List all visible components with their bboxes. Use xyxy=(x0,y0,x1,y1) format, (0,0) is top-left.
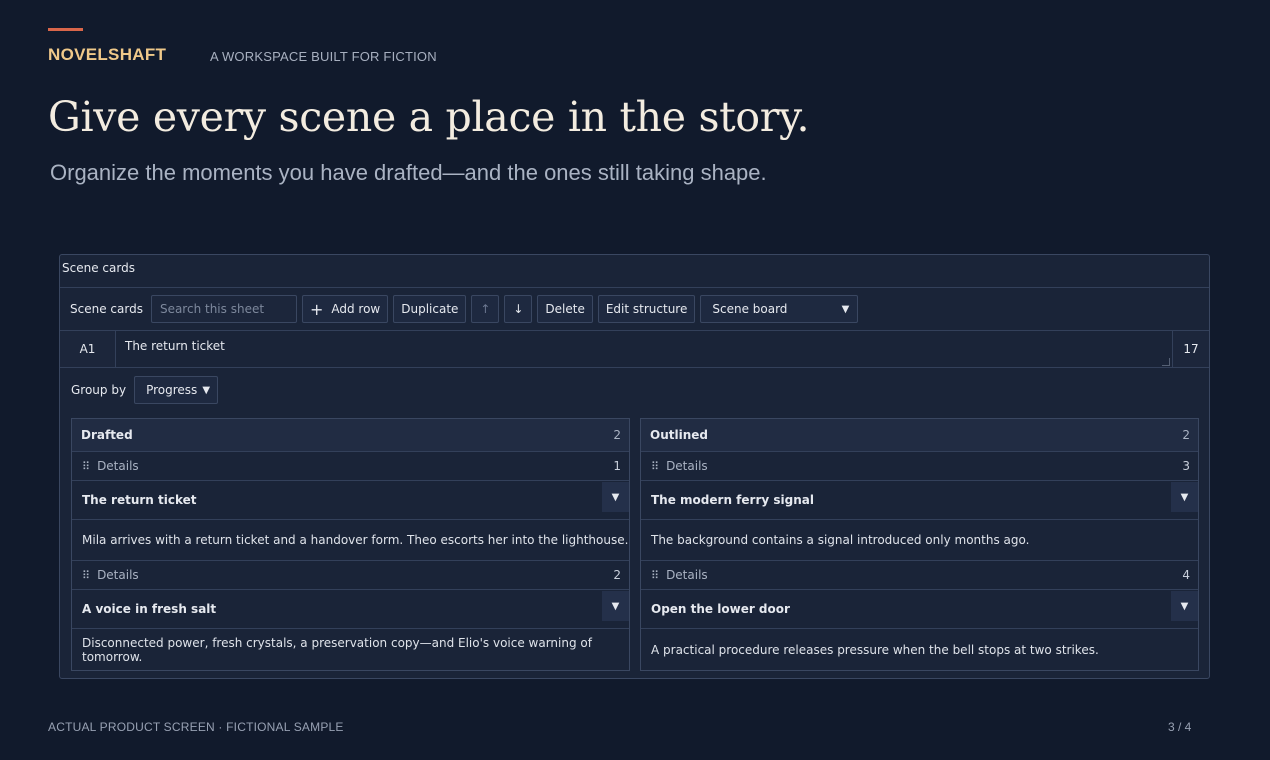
scene-card[interactable]: ⠿ Details 3 The modern ferry signal ▼ The… xyxy=(641,452,1198,561)
tagline: A WORKSPACE BUILT FOR FICTION xyxy=(210,49,437,64)
drag-handle-icon[interactable]: ⠿ xyxy=(651,569,659,582)
search-input[interactable] xyxy=(150,295,297,323)
card-title: A voice in fresh salt xyxy=(82,602,217,616)
headline: Give every scene a place in the story. xyxy=(48,93,810,141)
card-summary: A practical procedure releases pressure … xyxy=(651,642,1099,657)
expand-chevron-icon[interactable]: ▼ xyxy=(602,591,629,621)
column-title: Drafted xyxy=(81,428,133,442)
card-summary: The background contains a signal introdu… xyxy=(641,520,1198,561)
column-count: 2 xyxy=(1182,428,1190,442)
card-title-row: Open the lower door ▼ xyxy=(641,590,1198,629)
card-title-row: The return ticket ▼ xyxy=(72,481,629,520)
sheet-label: Scene cards xyxy=(70,302,143,316)
subheadline: Organize the moments you have drafted—an… xyxy=(50,160,767,185)
card-title-row: A voice in fresh salt ▼ xyxy=(72,590,629,629)
delete-button[interactable]: Delete xyxy=(537,295,593,323)
cell-value-input[interactable]: The return ticket xyxy=(116,331,1172,367)
board-column-outlined: Outlined 2 ⠿ Details 3 The modern ferry s… xyxy=(640,418,1199,671)
drag-handle-icon[interactable]: ⠿ xyxy=(82,460,90,473)
card-meta: ⠿ Details 3 xyxy=(641,452,1198,481)
brand-logo: NOVELSHAFT xyxy=(48,45,167,64)
card-summary: Disconnected power, fresh crystals, a pr… xyxy=(82,635,592,664)
character-count: 17 xyxy=(1172,331,1209,367)
card-number: 3 xyxy=(1182,459,1190,473)
duplicate-button[interactable]: Duplicate xyxy=(393,295,467,323)
card-number: 1 xyxy=(613,459,621,473)
column-title: Outlined xyxy=(650,428,708,442)
add-row-label: Add row xyxy=(331,302,381,316)
card-title-row: The modern ferry signal ▼ xyxy=(641,481,1198,520)
card-title: The return ticket xyxy=(82,493,197,507)
view-select[interactable]: Scene board ▼ xyxy=(700,295,859,323)
accent-bar xyxy=(48,28,83,31)
card-summary: Mila arrives with a return ticket and a … xyxy=(72,520,629,561)
card-meta-label: Details xyxy=(666,459,708,473)
move-down-button[interactable]: ↓ xyxy=(504,295,533,323)
card-title: The modern ferry signal xyxy=(651,493,814,507)
scene-card[interactable]: ⠿ Details 1 The return ticket ▼ Mila arri… xyxy=(72,452,629,561)
card-meta-label: Details xyxy=(97,568,139,582)
cell-value-text: The return ticket xyxy=(125,339,225,353)
chevron-down-icon: ▼ xyxy=(841,303,850,315)
card-meta: ⠿ Details 4 xyxy=(641,561,1198,590)
group-by-control: Group by Progress ▼ xyxy=(71,376,219,404)
card-number: 4 xyxy=(1182,568,1190,582)
add-row-button[interactable]: + Add row xyxy=(301,295,389,323)
scene-card[interactable]: ⠿ Details 4 Open the lower door ▼ A pract… xyxy=(641,561,1198,670)
card-number: 2 xyxy=(613,568,621,582)
arrow-down-icon: ↓ xyxy=(513,302,524,316)
expand-chevron-icon[interactable]: ▼ xyxy=(1171,482,1198,512)
drag-handle-icon[interactable]: ⠿ xyxy=(82,569,90,582)
arrow-up-icon: ↑ xyxy=(480,302,491,316)
expand-chevron-icon[interactable]: ▼ xyxy=(1171,591,1198,621)
resize-handle-icon[interactable] xyxy=(1162,358,1170,366)
formula-bar: A1 The return ticket 17 xyxy=(60,331,1209,368)
plus-icon: + xyxy=(309,299,324,319)
edit-structure-button[interactable]: Edit structure xyxy=(597,295,696,323)
group-by-value: Progress xyxy=(146,383,198,397)
toolbar: Scene cards + Add row Duplicate ↑ ↓ Dele… xyxy=(60,288,1209,331)
page-indicator: 3 / 4 xyxy=(1168,720,1192,734)
drag-handle-icon[interactable]: ⠿ xyxy=(651,460,659,473)
card-meta: ⠿ Details 2 xyxy=(72,561,629,590)
cell-reference: A1 xyxy=(60,331,116,367)
card-title: Open the lower door xyxy=(651,602,790,616)
scene-card[interactable]: ⠿ Details 2 A voice in fresh salt ▼ Disco… xyxy=(72,561,629,670)
panel-title: Scene cards xyxy=(60,255,1209,288)
expand-chevron-icon[interactable]: ▼ xyxy=(602,482,629,512)
card-meta-label: Details xyxy=(666,568,708,582)
view-select-value: Scene board xyxy=(712,302,788,316)
scene-cards-panel: Scene cards Scene cards + Add row Duplic… xyxy=(59,254,1210,679)
chevron-down-icon: ▼ xyxy=(202,384,211,396)
footer-caption: ACTUAL PRODUCT SCREEN · FICTIONAL SAMPLE xyxy=(48,720,344,734)
column-count: 2 xyxy=(613,428,621,442)
move-up-button[interactable]: ↑ xyxy=(471,295,500,323)
column-header: Drafted 2 xyxy=(72,419,629,452)
group-by-select[interactable]: Progress ▼ xyxy=(134,376,219,404)
group-by-label: Group by xyxy=(71,383,127,397)
card-meta: ⠿ Details 1 xyxy=(72,452,629,481)
card-meta-label: Details xyxy=(97,459,139,473)
column-header: Outlined 2 xyxy=(641,419,1198,452)
board-column-drafted: Drafted 2 ⠿ Details 1 The return ticket ▼… xyxy=(71,418,630,671)
